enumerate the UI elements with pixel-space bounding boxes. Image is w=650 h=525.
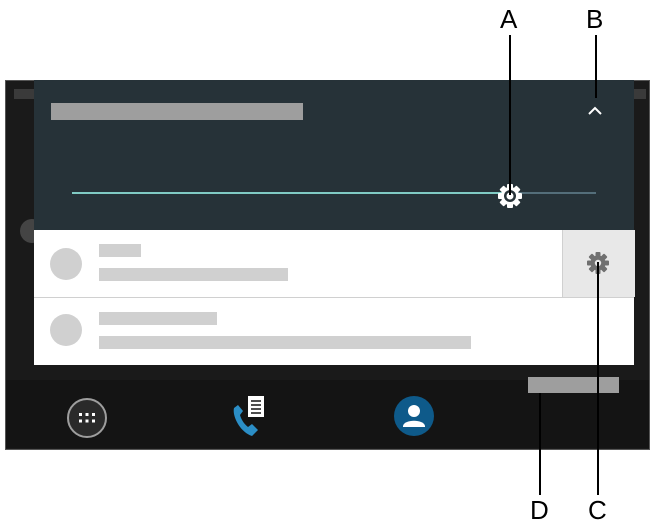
callout-label-a: A <box>500 4 518 34</box>
callout-lines <box>509 35 599 495</box>
callout-label-b: B <box>586 4 604 34</box>
callout-label-d: D <box>530 495 549 525</box>
callout-label-c: C <box>588 495 607 525</box>
